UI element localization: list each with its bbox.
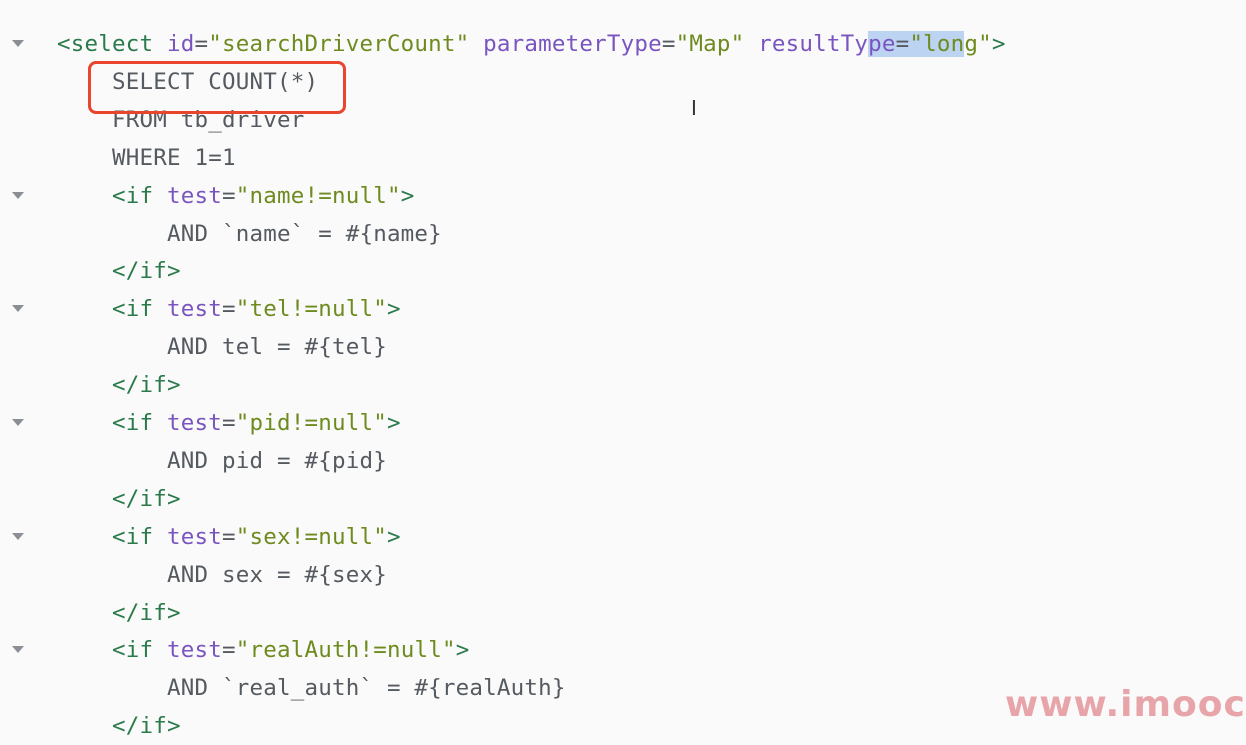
code-token: AND sex = #{sex} <box>167 561 387 588</box>
fold-arrow-icon[interactable] <box>12 40 24 47</box>
code-line: <if test="pid!=null"> <box>112 404 401 442</box>
code-token: </if> <box>112 372 181 399</box>
code-token: = <box>222 523 236 550</box>
code-line: <select id="searchDriverCount" parameter… <box>57 25 1006 63</box>
code-token: </if> <box>112 713 181 740</box>
code-token: g" <box>964 31 992 57</box>
code-token: </if> <box>112 599 181 626</box>
code-token: test <box>167 410 222 436</box>
code-token: > <box>386 296 401 323</box>
fold-arrow-icon[interactable] <box>12 191 24 199</box>
code-token: </if> <box>112 258 181 285</box>
code-line: <if test="name!=null"> <box>112 177 414 215</box>
code-token: WHERE 1=1 <box>112 144 236 171</box>
code-token: test <box>167 637 222 664</box>
code-line: </if> <box>112 480 181 518</box>
code-token: "sex!=null" <box>235 523 387 550</box>
code-token: > <box>455 637 470 664</box>
code-token: AND `name` = #{name} <box>167 220 442 247</box>
code-line: <if test="realAuth!=null"> <box>112 631 469 669</box>
code-token: "Map" <box>675 31 745 57</box>
fold-arrow-icon[interactable] <box>12 305 24 313</box>
code-token: <if <box>112 182 167 209</box>
code-token: > <box>991 31 1006 57</box>
code-line: AND tel = #{tel} <box>167 328 387 366</box>
code-token: = <box>895 31 910 57</box>
code-line: </if> <box>112 707 181 745</box>
code-line: AND `name` = #{name} <box>167 215 442 253</box>
code-token: = <box>222 296 236 323</box>
text-cursor-icon: I <box>691 96 697 120</box>
code-token: "searchDriverCount" <box>208 31 470 57</box>
code-token: test <box>167 523 222 550</box>
code-token: pe <box>868 31 896 57</box>
code-token: = <box>222 410 236 436</box>
code-line: AND `real_auth` = #{realAuth} <box>167 669 566 707</box>
code-token: > <box>386 523 401 550</box>
code-token: <if <box>112 410 167 436</box>
code-line: WHERE 1=1 <box>112 139 236 177</box>
code-token: = <box>222 637 236 664</box>
code-token: = <box>222 182 236 209</box>
watermark: www.imooc.c <box>1005 684 1246 725</box>
code-line: <if test="sex!=null"> <box>112 518 401 556</box>
code-token: "tel!=null" <box>235 296 387 323</box>
code-line: </if> <box>112 252 181 290</box>
code-line: </if> <box>112 366 181 404</box>
code-token: AND tel = #{tel} <box>167 334 387 361</box>
code-token: AND `real_auth` = #{realAuth} <box>167 675 566 702</box>
code-token: <if <box>112 296 167 323</box>
code-token: test <box>167 296 222 323</box>
code-line: </if> <box>112 594 181 632</box>
code-line: AND pid = #{pid} <box>167 442 387 480</box>
code-token: AND pid = #{pid} <box>167 447 387 474</box>
code-token: = <box>194 31 209 57</box>
code-token: </if> <box>112 485 181 512</box>
code-token: test <box>167 182 222 209</box>
code-line: AND sex = #{sex} <box>167 556 387 594</box>
highlight-box <box>88 61 346 114</box>
code-token: <if <box>112 637 167 664</box>
code-token: > <box>400 182 415 209</box>
code-token: = <box>661 31 676 57</box>
code-token: resultTy <box>758 31 869 57</box>
code-token: "name!=null" <box>235 182 401 209</box>
code-token: parameterType <box>483 31 662 57</box>
fold-arrow-icon[interactable] <box>12 646 24 654</box>
code-token: id <box>166 31 195 57</box>
code-token: <select <box>57 31 167 57</box>
code-token: "pid!=null" <box>235 410 387 436</box>
fold-arrow-icon[interactable] <box>12 532 24 540</box>
code-line: <if test="tel!=null"> <box>112 290 401 328</box>
code-token: "lon <box>909 31 965 57</box>
code-token: > <box>386 410 401 436</box>
fold-arrow-icon[interactable] <box>12 419 24 426</box>
code-token: "realAuth!=null" <box>235 637 456 664</box>
code-token: <if <box>112 523 167 550</box>
